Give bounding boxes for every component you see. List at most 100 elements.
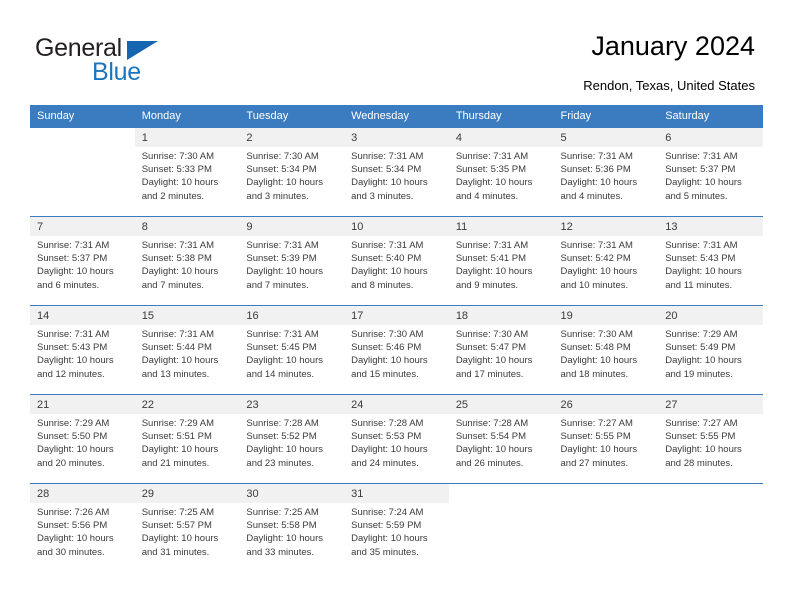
calendar-week-row: 1 Sunrise: 7:30 AM Sunset: 5:33 PM Daylight…: [30, 127, 763, 217]
sunset-text: Sunset: 5:43 PM: [665, 253, 736, 265]
sunset-text: Sunset: 5:34 PM: [351, 164, 422, 176]
calendar-day-cell[interactable]: 24 Sunrise: 7:28 AM Sunset: 5:53 PM Dayligh…: [344, 394, 449, 484]
daylight-text: Daylight: 10 hours and 9 minutes.: [455, 266, 533, 291]
calendar-body: 1 Sunrise: 7:30 AM Sunset: 5:33 PM Daylight…: [30, 127, 763, 573]
sunrise-text: Sunrise: 7:31 AM: [37, 329, 110, 340]
page-title: January 2024: [591, 31, 755, 61]
daylight-text: Daylight: 10 hours and 4 minutes.: [455, 177, 533, 202]
calendar-day-cell[interactable]: 11 Sunrise: 7:31 AM Sunset: 5:41 PM Dayligh…: [448, 216, 554, 306]
day-details: Sunrise: 7:28 AM Sunset: 5:53 PM Daylight:…: [344, 414, 449, 470]
day-details: Sunrise: 7:30 AM Sunset: 5:33 PM Daylight:…: [135, 147, 240, 203]
calendar-day-cell[interactable]: 5 Sunrise: 7:31 AM Sunset: 5:36 PM Daylight…: [553, 127, 659, 217]
day-details: Sunrise: 7:31 AM Sunset: 5:44 PM Daylight:…: [135, 325, 240, 381]
daylight-text: Daylight: 10 hours and 7 minutes.: [141, 266, 219, 291]
sunrise-text: Sunrise: 7:30 AM: [560, 329, 633, 340]
day-details: Sunrise: 7:31 AM Sunset: 5:38 PM Daylight:…: [135, 236, 240, 292]
general-blue-logo: General Blue: [35, 34, 235, 90]
calendar-day-cell[interactable]: 26 Sunrise: 7:27 AM Sunset: 5:55 PM Dayligh…: [553, 394, 659, 484]
calendar-day-cell[interactable]: 3 Sunrise: 7:31 AM Sunset: 5:34 PM Daylight…: [344, 127, 449, 217]
logo-text-blue: Blue: [92, 58, 141, 86]
sunrise-text: Sunrise: 7:28 AM: [351, 418, 424, 429]
sunset-text: Sunset: 5:35 PM: [455, 164, 527, 176]
sunset-text: Sunset: 5:57 PM: [141, 520, 212, 532]
calendar-day-cell[interactable]: 31 Sunrise: 7:24 AM Sunset: 5:59 PM Dayligh…: [344, 483, 449, 573]
day-number: 19: [553, 306, 659, 325]
daylight-text: Daylight: 10 hours and 31 minutes.: [141, 533, 219, 558]
day-number: 25: [448, 395, 554, 414]
calendar-day-cell[interactable]: 12 Sunrise: 7:31 AM Sunset: 5:42 PM Dayligh…: [553, 216, 659, 306]
calendar-day-cell[interactable]: 1 Sunrise: 7:30 AM Sunset: 5:33 PM Daylight…: [134, 127, 240, 217]
day-details: Sunrise: 7:27 AM Sunset: 5:55 PM Daylight:…: [554, 414, 659, 470]
daylight-text: Daylight: 10 hours and 27 minutes.: [560, 444, 638, 469]
day-number: 14: [30, 306, 135, 325]
calendar-day-cell[interactable]: 13 Sunrise: 7:31 AM Sunset: 5:43 PM Dayligh…: [658, 216, 763, 306]
day-details: Sunrise: 7:31 AM Sunset: 5:40 PM Daylight:…: [344, 236, 449, 292]
daylight-text: Daylight: 10 hours and 14 minutes.: [246, 355, 323, 380]
day-number: 17: [344, 306, 449, 325]
sunrise-text: Sunrise: 7:31 AM: [351, 240, 424, 251]
daylight-text: Daylight: 10 hours and 6 minutes.: [37, 266, 114, 291]
daylight-text: Daylight: 10 hours and 33 minutes.: [246, 533, 323, 558]
day-details: Sunrise: 7:30 AM Sunset: 5:47 PM Daylight:…: [449, 325, 554, 381]
sunrise-text: Sunrise: 7:28 AM: [455, 418, 529, 429]
sunrise-text: Sunrise: 7:31 AM: [141, 240, 215, 251]
sunset-text: Sunset: 5:37 PM: [665, 164, 736, 176]
sunrise-text: Sunrise: 7:24 AM: [351, 507, 424, 518]
daylight-text: Daylight: 10 hours and 10 minutes.: [560, 266, 638, 291]
day-number: 15: [134, 306, 240, 325]
calendar-day-cell[interactable]: 22 Sunrise: 7:29 AM Sunset: 5:51 PM Dayligh…: [134, 394, 240, 484]
calendar-day-cell[interactable]: 9 Sunrise: 7:31 AM Sunset: 5:39 PM Daylight…: [239, 216, 345, 306]
daylight-text: Daylight: 10 hours and 5 minutes.: [665, 177, 742, 202]
day-details: Sunrise: 7:30 AM Sunset: 5:48 PM Daylight:…: [554, 325, 659, 381]
calendar-day-cell[interactable]: 6 Sunrise: 7:31 AM Sunset: 5:37 PM Daylight…: [658, 127, 763, 217]
sunset-text: Sunset: 5:55 PM: [665, 431, 736, 443]
calendar-day-cell[interactable]: 28 Sunrise: 7:26 AM Sunset: 5:56 PM Dayligh…: [30, 483, 135, 573]
sunset-text: Sunset: 5:53 PM: [351, 431, 422, 443]
weekday-header-friday: Friday: [553, 105, 659, 128]
day-number: 12: [553, 217, 659, 236]
calendar-day-cell[interactable]: 16 Sunrise: 7:31 AM Sunset: 5:45 PM Dayligh…: [239, 305, 345, 395]
sunset-text: Sunset: 5:54 PM: [455, 431, 527, 443]
sunrise-text: Sunrise: 7:28 AM: [246, 418, 319, 429]
calendar-day-cell[interactable]: 20 Sunrise: 7:29 AM Sunset: 5:49 PM Dayligh…: [658, 305, 763, 395]
daylight-text: Daylight: 10 hours and 30 minutes.: [37, 533, 114, 558]
calendar-day-cell[interactable]: 21 Sunrise: 7:29 AM Sunset: 5:50 PM Dayligh…: [30, 394, 135, 484]
sunset-text: Sunset: 5:45 PM: [246, 342, 317, 354]
calendar-day-cell[interactable]: 27 Sunrise: 7:27 AM Sunset: 5:55 PM Dayligh…: [658, 394, 763, 484]
day-number: 18: [448, 306, 554, 325]
day-number: 7: [30, 217, 135, 236]
calendar-day-cell[interactable]: 18 Sunrise: 7:30 AM Sunset: 5:47 PM Dayligh…: [448, 305, 554, 395]
weekday-header-monday: Monday: [134, 105, 240, 128]
sunrise-text: Sunrise: 7:31 AM: [560, 240, 633, 251]
day-details: Sunrise: 7:29 AM Sunset: 5:50 PM Daylight:…: [30, 414, 135, 470]
calendar-day-cell[interactable]: 15 Sunrise: 7:31 AM Sunset: 5:44 PM Dayligh…: [134, 305, 240, 395]
sunset-text: Sunset: 5:47 PM: [455, 342, 527, 354]
daylight-text: Daylight: 10 hours and 11 minutes.: [665, 266, 742, 291]
calendar-day-cell[interactable]: 30 Sunrise: 7:25 AM Sunset: 5:58 PM Dayligh…: [239, 483, 345, 573]
calendar-day-cell[interactable]: 19 Sunrise: 7:30 AM Sunset: 5:48 PM Dayligh…: [553, 305, 659, 395]
day-details: Sunrise: 7:31 AM Sunset: 5:41 PM Daylight:…: [449, 236, 554, 292]
weekday-header-wednesday: Wednesday: [344, 105, 449, 128]
calendar-day-cell[interactable]: 17 Sunrise: 7:30 AM Sunset: 5:46 PM Dayligh…: [344, 305, 449, 395]
sunset-text: Sunset: 5:59 PM: [351, 520, 422, 532]
calendar-day-cell[interactable]: 4 Sunrise: 7:31 AM Sunset: 5:35 PM Daylight…: [448, 127, 554, 217]
calendar-day-cell[interactable]: 7 Sunrise: 7:31 AM Sunset: 5:37 PM Daylight…: [30, 216, 135, 306]
calendar-day-cell[interactable]: 10 Sunrise: 7:31 AM Sunset: 5:40 PM Dayligh…: [344, 216, 449, 306]
day-details: Sunrise: 7:31 AM Sunset: 5:42 PM Daylight:…: [554, 236, 659, 292]
day-details: Sunrise: 7:27 AM Sunset: 5:55 PM Daylight:…: [658, 414, 763, 470]
weekday-header-row: Sunday Monday Tuesday Wednesday Thursday Frid…: [30, 105, 763, 128]
daylight-text: Daylight: 10 hours and 35 minutes.: [351, 533, 428, 558]
calendar-day-cell[interactable]: 29 Sunrise: 7:25 AM Sunset: 5:57 PM Dayligh…: [134, 483, 240, 573]
day-details: Sunrise: 7:26 AM Sunset: 5:56 PM Daylight:…: [30, 503, 135, 559]
calendar-day-cell[interactable]: 8 Sunrise: 7:31 AM Sunset: 5:38 PM Daylight…: [134, 216, 240, 306]
day-details: Sunrise: 7:30 AM Sunset: 5:46 PM Daylight:…: [344, 325, 449, 381]
sunset-text: Sunset: 5:37 PM: [37, 253, 108, 265]
sunset-text: Sunset: 5:44 PM: [141, 342, 212, 354]
daylight-text: Daylight: 10 hours and 4 minutes.: [560, 177, 638, 202]
calendar-day-cell[interactable]: 2 Sunrise: 7:30 AM Sunset: 5:34 PM Daylight…: [239, 127, 345, 217]
calendar-day-cell[interactable]: 14 Sunrise: 7:31 AM Sunset: 5:43 PM Dayligh…: [30, 305, 135, 395]
sunrise-text: Sunrise: 7:30 AM: [246, 151, 319, 162]
calendar-day-cell[interactable]: 25 Sunrise: 7:28 AM Sunset: 5:54 PM Dayligh…: [448, 394, 554, 484]
daylight-text: Daylight: 10 hours and 3 minutes.: [246, 177, 323, 202]
calendar-day-cell[interactable]: 23 Sunrise: 7:28 AM Sunset: 5:52 PM Dayligh…: [239, 394, 345, 484]
